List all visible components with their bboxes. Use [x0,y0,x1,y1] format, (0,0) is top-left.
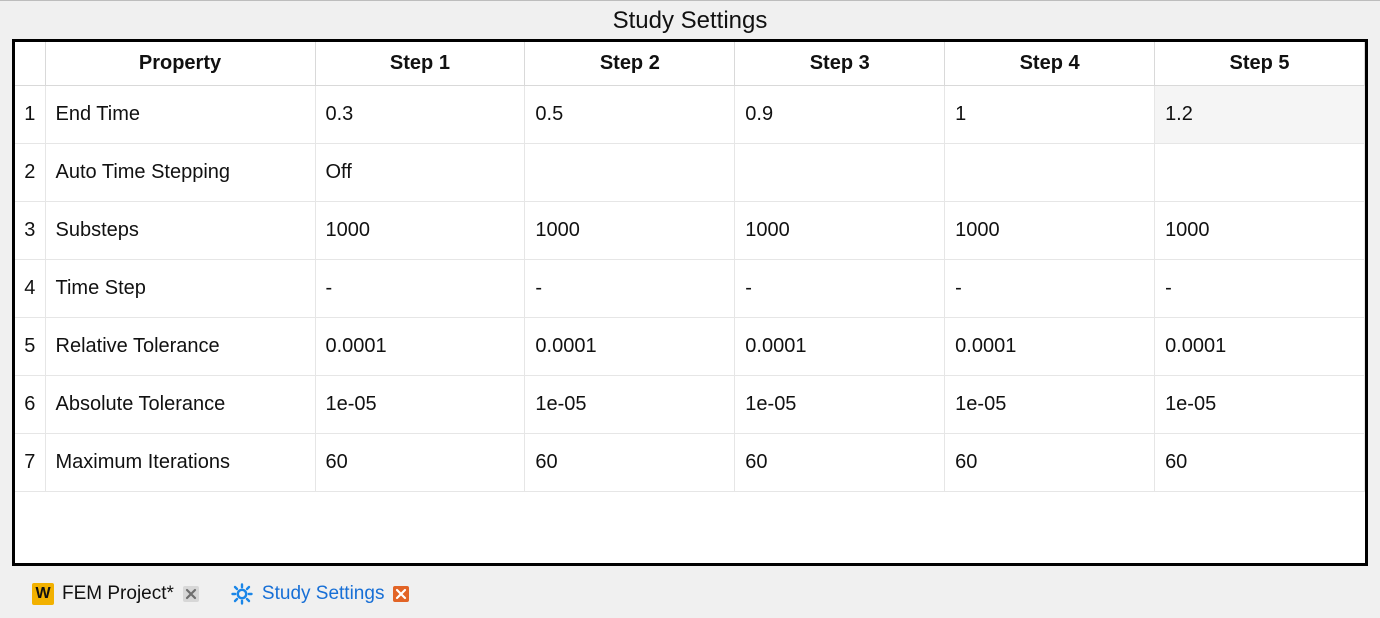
tab-label: Study Settings [262,583,385,605]
table-row: 3Substeps10001000100010001000 [15,202,1365,260]
value-cell[interactable] [525,144,735,202]
col-header-step3[interactable]: Step 3 [735,42,945,86]
tab-study-settings[interactable]: Study Settings [224,580,417,608]
col-header-step4[interactable]: Step 4 [945,42,1155,86]
settings-gear-icon [230,582,254,606]
value-cell[interactable]: 1.2 [1155,86,1365,144]
property-cell[interactable]: Time Step [45,260,315,318]
value-cell[interactable] [945,144,1155,202]
value-cell[interactable]: - [945,260,1155,318]
grid-header-row: Property Step 1 Step 2 Step 3 Step 4 Ste… [15,42,1365,86]
table-row: 4Time Step----- [15,260,1365,318]
table-row: 5Relative Tolerance0.00010.00010.00010.0… [15,318,1365,376]
value-cell[interactable] [1155,144,1365,202]
value-cell[interactable]: 0.0001 [945,318,1155,376]
value-cell[interactable]: 60 [1155,434,1365,492]
property-cell[interactable]: Maximum Iterations [45,434,315,492]
value-cell[interactable]: 60 [315,434,525,492]
row-number[interactable]: 6 [15,376,45,434]
tab-label: FEM Project* [62,583,174,605]
row-number[interactable]: 2 [15,144,45,202]
value-cell[interactable]: - [735,260,945,318]
value-cell[interactable]: 0.3 [315,86,525,144]
page-title: Study Settings [0,1,1380,39]
row-number[interactable]: 1 [15,86,45,144]
value-cell[interactable]: 1000 [945,202,1155,260]
value-cell[interactable] [735,144,945,202]
property-cell[interactable]: End Time [45,86,315,144]
col-header-step1[interactable]: Step 1 [315,42,525,86]
project-icon: W [32,583,54,605]
table-row: 7Maximum Iterations6060606060 [15,434,1365,492]
grid-corner [15,42,45,86]
value-cell[interactable]: 60 [525,434,735,492]
value-cell[interactable]: - [315,260,525,318]
col-header-step2[interactable]: Step 2 [525,42,735,86]
value-cell[interactable]: 1 [945,86,1155,144]
value-cell[interactable]: 60 [945,434,1155,492]
value-cell[interactable]: Off [315,144,525,202]
grid-body: 1End Time0.30.50.911.22Auto Time Steppin… [15,86,1365,492]
study-settings-window: Study Settings Property Step 1 Step 2 St… [0,0,1380,618]
value-cell[interactable]: 1e-05 [735,376,945,434]
panel-wrap: Property Step 1 Step 2 Step 3 Step 4 Ste… [0,39,1380,574]
value-cell[interactable]: 1000 [1155,202,1365,260]
table-row: 6Absolute Tolerance1e-051e-051e-051e-051… [15,376,1365,434]
table-row: 1End Time0.30.50.911.2 [15,86,1365,144]
value-cell[interactable]: 1e-05 [525,376,735,434]
row-number[interactable]: 7 [15,434,45,492]
close-icon[interactable] [182,585,200,603]
value-cell[interactable]: 1e-05 [1155,376,1365,434]
row-number[interactable]: 5 [15,318,45,376]
value-cell[interactable]: 60 [735,434,945,492]
tab-strip: W FEM Project* Study Settings [0,574,1380,618]
value-cell[interactable]: 0.5 [525,86,735,144]
property-cell[interactable]: Auto Time Stepping [45,144,315,202]
value-cell[interactable]: 1e-05 [945,376,1155,434]
value-cell[interactable]: 1000 [735,202,945,260]
property-cell[interactable]: Relative Tolerance [45,318,315,376]
close-icon[interactable] [392,585,410,603]
value-cell[interactable]: 0.9 [735,86,945,144]
settings-grid-panel: Property Step 1 Step 2 Step 3 Step 4 Ste… [12,39,1368,566]
value-cell[interactable]: 0.0001 [315,318,525,376]
value-cell[interactable]: 1000 [315,202,525,260]
value-cell[interactable]: - [525,260,735,318]
property-cell[interactable]: Absolute Tolerance [45,376,315,434]
value-cell[interactable]: 1000 [525,202,735,260]
value-cell[interactable]: 0.0001 [1155,318,1365,376]
tab-fem-project[interactable]: W FEM Project* [26,581,206,607]
col-header-step5[interactable]: Step 5 [1155,42,1365,86]
value-cell[interactable]: 0.0001 [525,318,735,376]
property-cell[interactable]: Substeps [45,202,315,260]
value-cell[interactable]: 0.0001 [735,318,945,376]
table-row: 2Auto Time SteppingOff [15,144,1365,202]
row-number[interactable]: 3 [15,202,45,260]
value-cell[interactable]: - [1155,260,1365,318]
row-number[interactable]: 4 [15,260,45,318]
value-cell[interactable]: 1e-05 [315,376,525,434]
settings-grid: Property Step 1 Step 2 Step 3 Step 4 Ste… [15,42,1365,492]
col-header-property[interactable]: Property [45,42,315,86]
